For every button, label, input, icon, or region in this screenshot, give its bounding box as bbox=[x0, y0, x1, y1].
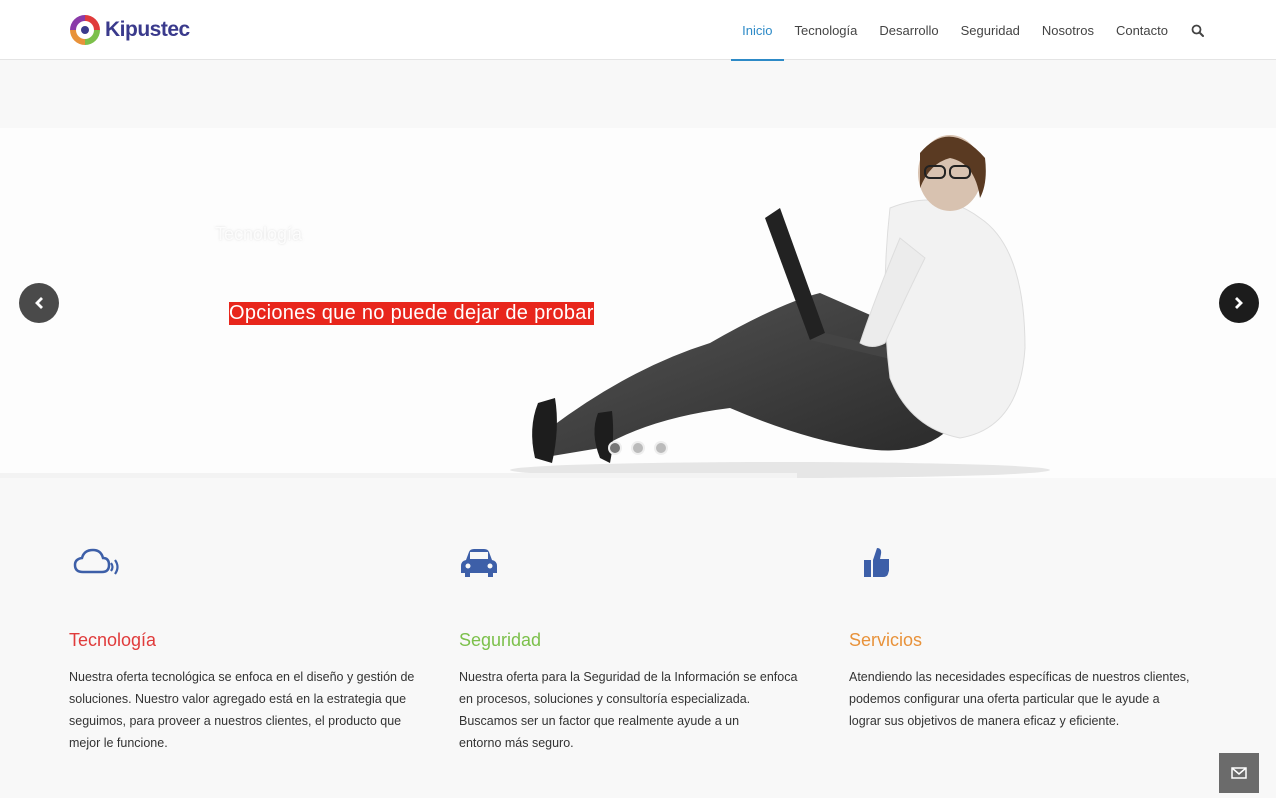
site-header: Kipustec Inicio Tecnología Desarrollo Se… bbox=[0, 0, 1276, 61]
feature-text-line: lograr sus objetivos de manera eficaz y … bbox=[849, 714, 1120, 728]
chevron-left-icon bbox=[35, 297, 43, 309]
feature-text-line: Atendiendo las necesidades específicas d… bbox=[849, 670, 1190, 684]
feature-text-line: en procesos, soluciones y consultoría es… bbox=[459, 692, 751, 706]
slider-next-button[interactable] bbox=[1219, 283, 1259, 323]
main-nav: Inicio Tecnología Desarrollo Seguridad N… bbox=[731, 0, 1204, 61]
slide-caption: Opciones que no puede dejar de probar bbox=[229, 302, 594, 325]
cloud-signal-icon bbox=[73, 548, 119, 575]
feature-text-line: mejor le funcione. bbox=[69, 736, 168, 750]
slider-prev-button[interactable] bbox=[19, 283, 59, 323]
feature-text-line: seguimos, para proveer a nuestros client… bbox=[69, 714, 402, 728]
search-button[interactable] bbox=[1179, 0, 1204, 60]
search-icon bbox=[1191, 24, 1204, 37]
feature-servicios: Servicios Atendiendo las necesidades esp… bbox=[849, 540, 1214, 728]
nav-item-seguridad[interactable]: Seguridad bbox=[950, 0, 1031, 60]
feature-text-line: Nuestra oferta para la Seguridad de la I… bbox=[459, 670, 798, 684]
slider-dot[interactable] bbox=[631, 441, 645, 455]
feature-title: Servicios bbox=[849, 630, 923, 650]
slider-pagination bbox=[608, 441, 668, 455]
feature-seguridad: Seguridad Nuestra oferta para la Segurid… bbox=[459, 540, 824, 750]
slider-dot[interactable] bbox=[654, 441, 668, 455]
slider-progress-bar bbox=[0, 473, 797, 478]
nav-item-desarrollo[interactable]: Desarrollo bbox=[868, 0, 949, 60]
site-logo[interactable]: Kipustec bbox=[68, 13, 190, 47]
feature-text-line: Buscamos ser un factor que realmente ayu… bbox=[459, 714, 740, 728]
nav-item-nosotros[interactable]: Nosotros bbox=[1031, 0, 1105, 60]
thumbs-up-icon bbox=[864, 548, 892, 577]
hero-slider: Tecnología Opciones que no puede dejar d… bbox=[0, 128, 1276, 478]
feature-text-line: soluciones. Nuestro valor agregado está … bbox=[69, 692, 407, 706]
nav-item-contacto[interactable]: Contacto bbox=[1105, 0, 1179, 60]
car-icon bbox=[461, 549, 497, 577]
feature-text-line: Nuestra oferta tecnológica se enfoca en … bbox=[69, 670, 415, 684]
slider-dot[interactable] bbox=[608, 441, 622, 455]
feature-text-line: entorno más seguro. bbox=[459, 736, 574, 750]
nav-item-inicio[interactable]: Inicio bbox=[731, 0, 784, 61]
logo-icon bbox=[70, 15, 100, 45]
slide-title: Tecnología bbox=[215, 224, 303, 244]
feature-title: Seguridad bbox=[459, 630, 542, 650]
feature-text-line: podemos configurar una oferta particular… bbox=[849, 692, 1160, 706]
feature-title: Tecnología bbox=[69, 630, 157, 650]
contact-float-button[interactable] bbox=[1219, 753, 1259, 793]
nav-item-tecnologia[interactable]: Tecnología bbox=[784, 0, 869, 60]
mail-icon bbox=[1231, 767, 1247, 779]
feature-description: Nuestra oferta para la Seguridad de la I… bbox=[459, 666, 797, 754]
feature-description: Nuestra oferta tecnológica se enfoca en … bbox=[69, 666, 414, 754]
feature-tecnologia: Tecnología Nuestra oferta tecnológica se… bbox=[69, 540, 434, 750]
chevron-right-icon bbox=[1235, 297, 1243, 309]
feature-description: Atendiendo las necesidades específicas d… bbox=[849, 666, 1190, 732]
brand-name: Kipustec bbox=[105, 18, 190, 41]
